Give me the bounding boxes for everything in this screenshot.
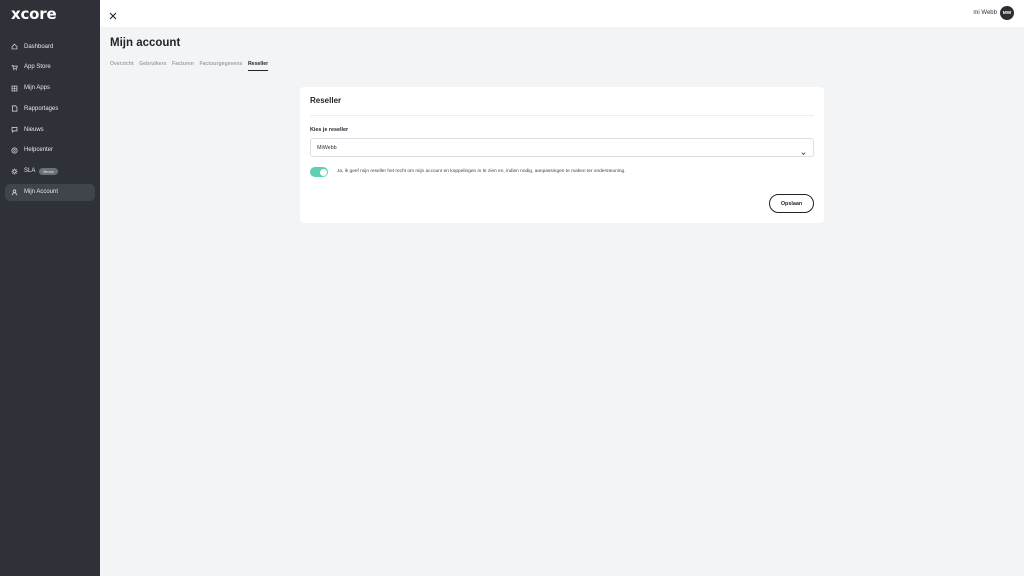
close-icon[interactable] xyxy=(108,8,118,20)
chevron-down-icon xyxy=(800,144,807,155)
gear-icon xyxy=(11,168,18,175)
divider xyxy=(310,115,814,116)
sidebar-item-helpcenter[interactable]: Helpcenter xyxy=(5,142,95,159)
tab-reseller[interactable]: Reseller xyxy=(247,61,269,71)
topbar: mi Webb MW xyxy=(100,0,1024,27)
xcore-logo[interactable]: xcore xyxy=(11,5,57,23)
sidebar-item-app-store[interactable]: App Store xyxy=(5,59,95,76)
consent-toggle[interactable] xyxy=(310,167,328,177)
help-icon xyxy=(11,147,18,154)
sidebar-item-mijn-account[interactable]: Mijn Account xyxy=(5,183,95,201)
sidebar-item-label: Dashboard xyxy=(24,43,54,50)
sidebar-item-rapportages[interactable]: Rapportages xyxy=(5,100,95,117)
reseller-field-label: Kies je reseller xyxy=(310,127,349,133)
card-title: Reseller xyxy=(310,96,342,105)
user-menu[interactable]: mi Webb MW xyxy=(973,6,1014,20)
news-icon xyxy=(11,126,18,133)
reseller-card: Reseller Kies je reseller MiWebb Ja, ik … xyxy=(300,87,824,223)
account-tabs: Overzicht Gebruikers Facturen Factuurgeg… xyxy=(110,61,274,71)
apps-icon xyxy=(11,85,18,92)
home-icon xyxy=(11,43,18,50)
cart-icon xyxy=(11,64,18,71)
tab-facturen[interactable]: Facturen xyxy=(172,61,194,71)
tab-overzicht[interactable]: Overzicht xyxy=(110,61,134,71)
sidebar-item-label: SLA xyxy=(24,168,36,175)
report-icon xyxy=(11,105,18,112)
page-title: Mijn account xyxy=(110,37,181,49)
consent-row: Ja, ik geef mijn reseller het recht om m… xyxy=(310,167,626,177)
reseller-select-value: MiWebb xyxy=(317,144,337,151)
save-button[interactable]: Opslaan xyxy=(769,194,814,213)
sidebar-item-label: App Store xyxy=(24,64,51,71)
sidebar-item-sla[interactable]: SLA Bronz xyxy=(5,163,95,180)
sidebar-nav: Dashboard App Store Mijn Apps Rapportage… xyxy=(5,38,95,204)
tab-factuurgegevens[interactable]: Factuurgegevens xyxy=(199,61,242,71)
sidebar-item-label: Mijn Apps xyxy=(24,85,51,92)
sidebar-item-dashboard[interactable]: Dashboard xyxy=(5,38,95,55)
sidebar-item-nieuws[interactable]: Nieuws xyxy=(5,121,95,138)
sidebar-item-label: Helpcenter xyxy=(24,147,54,154)
sidebar-item-mijn-apps[interactable]: Mijn Apps xyxy=(5,80,95,97)
sidebar: xcore Dashboard App Store Mijn Apps Rapp… xyxy=(0,0,100,576)
sidebar-item-label: Nieuws xyxy=(24,126,44,133)
avatar[interactable]: MW xyxy=(1000,6,1014,20)
logo-text: xcore xyxy=(11,5,57,23)
sidebar-item-label: Rapportages xyxy=(24,105,59,112)
user-name: mi Webb xyxy=(973,10,997,16)
sidebar-item-label: Mijn Account xyxy=(24,189,59,196)
consent-text: Ja, ik geef mijn reseller het recht om m… xyxy=(337,168,626,174)
user-icon xyxy=(11,189,18,196)
sla-tier-badge: Bronz xyxy=(39,167,58,175)
tab-gebruikers[interactable]: Gebruikers xyxy=(139,61,166,71)
reseller-select[interactable]: MiWebb xyxy=(310,138,814,157)
toggle-knob xyxy=(319,168,327,176)
